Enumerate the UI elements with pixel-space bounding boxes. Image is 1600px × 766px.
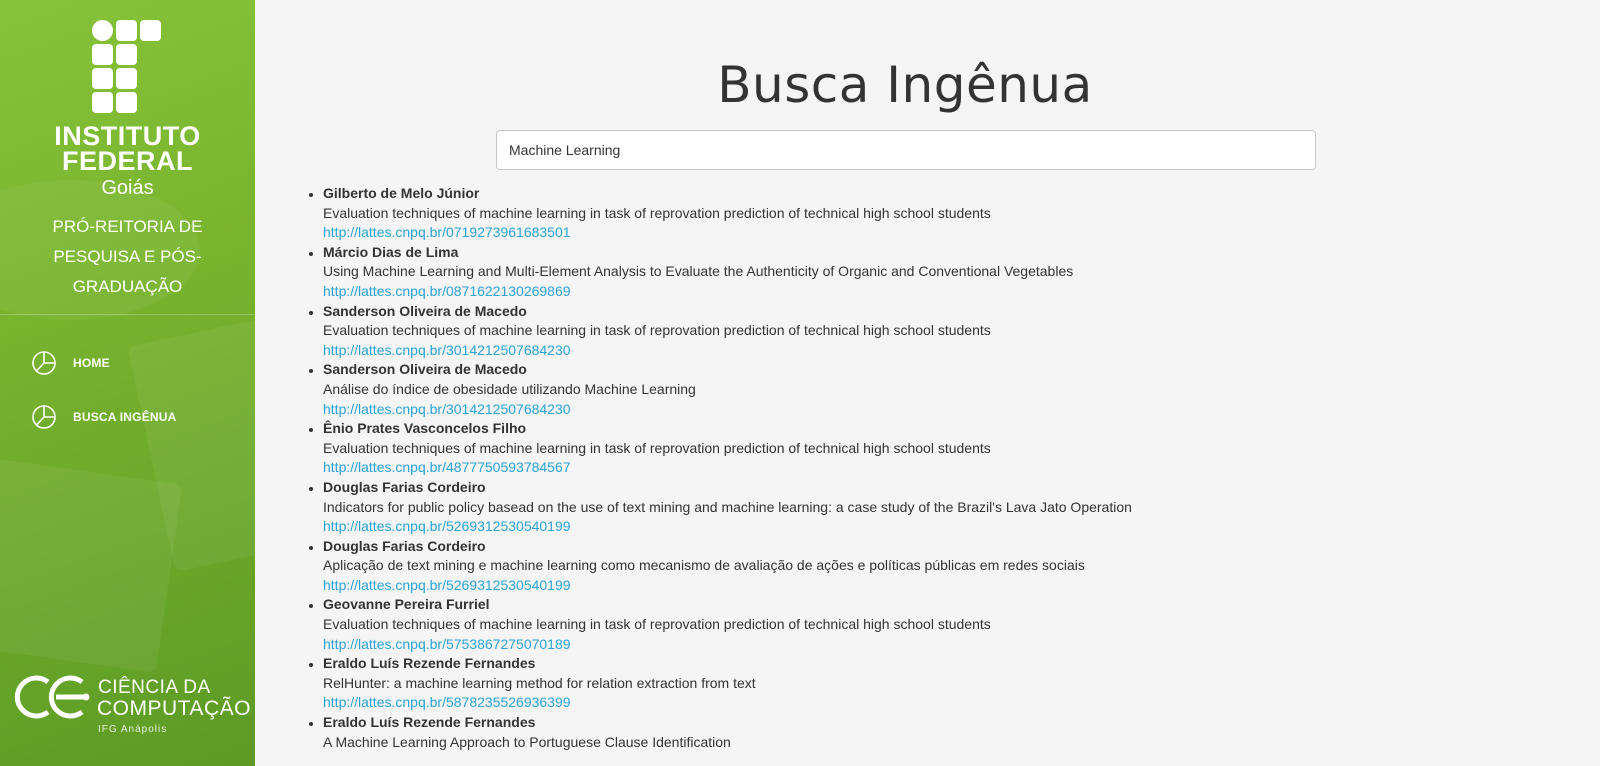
- background-decoration: [0, 457, 183, 673]
- lattes-link[interactable]: http://lattes.cnpq.br/5269312530540199: [323, 517, 1523, 537]
- logo-square: [116, 20, 137, 41]
- list-item: Sanderson Oliveira de Macedo Análise do …: [323, 360, 1523, 419]
- nav-item-home[interactable]: HOME: [30, 348, 230, 378]
- publication-title: Análise do índice de obesidade utilizand…: [323, 380, 696, 397]
- lattes-link[interactable]: http://lattes.cnpq.br/5269312530540199: [323, 576, 1523, 596]
- logo-square: [116, 92, 137, 113]
- lattes-link[interactable]: http://lattes.cnpq.br/3014212507684230: [323, 341, 1523, 361]
- lattes-link[interactable]: http://lattes.cnpq.br/3014212507684230: [323, 400, 1523, 420]
- list-item: Ênio Prates Vasconcelos Filho Evaluation…: [323, 419, 1523, 478]
- author-name: Douglas Farias Cordeiro: [323, 537, 486, 554]
- sidebar-divider: [0, 314, 255, 315]
- publication-title: Evaluation techniques of machine learnin…: [323, 616, 991, 633]
- logo-square: [92, 68, 113, 89]
- list-item: Sanderson Oliveira de Macedo Evaluation …: [323, 302, 1523, 361]
- pie-chart-icon: [32, 405, 56, 429]
- publication-title: Aplicação de text mining e machine learn…: [323, 557, 1085, 574]
- institution-state: Goiás: [101, 177, 154, 199]
- course-logo: CIÊNCIA DA COMPUTAÇÃO IFG Anápolis: [10, 672, 250, 742]
- author-name: Márcio Dias de Lima: [323, 243, 459, 260]
- author-name: Gilberto de Melo Júnior: [323, 185, 480, 201]
- logo-square: [140, 20, 161, 41]
- publication-title: RelHunter: a machine learning method for…: [323, 674, 756, 691]
- publication-title: Evaluation techniques of machine learnin…: [323, 204, 991, 221]
- author-name: Geovanne Pereira Furriel: [323, 596, 490, 613]
- author-name: Eraldo Luís Rezende Fernandes: [323, 655, 536, 672]
- course-name: COMPUTAÇÃO: [97, 697, 251, 720]
- list-item: Gilberto de Melo Júnior Evaluation techn…: [323, 184, 1523, 243]
- logo-square: [92, 44, 113, 65]
- publication-title: A Machine Learning Approach to Portugues…: [323, 733, 731, 750]
- list-item: Eraldo Luís Rezende Fernandes A Machine …: [323, 713, 1523, 752]
- nav-label: HOME: [73, 356, 110, 370]
- lattes-link[interactable]: http://lattes.cnpq.br/0871622130269869: [323, 282, 1523, 302]
- publication-title: Using Machine Learning and Multi-Element…: [323, 263, 1074, 280]
- list-item: Márcio Dias de Lima Using Machine Learni…: [323, 243, 1523, 302]
- author-name: Eraldo Luís Rezende Fernandes: [323, 714, 536, 731]
- sidebar: INSTITUTO FEDERAL Goiás PRÓ-REITORIA DE …: [0, 0, 255, 766]
- lattes-link[interactable]: http://lattes.cnpq.br/5878235526936399: [323, 693, 1523, 713]
- cc-logo-mark-icon: [14, 675, 90, 719]
- lattes-link[interactable]: http://lattes.cnpq.br/0719273961683501: [323, 223, 1523, 243]
- lattes-link[interactable]: http://lattes.cnpq.br/5753867275070189: [323, 635, 1523, 655]
- search-input[interactable]: [496, 130, 1316, 170]
- lattes-link[interactable]: http://lattes.cnpq.br/4877750593784567: [323, 458, 1523, 478]
- list-item: Douglas Farias Cordeiro Indicators for p…: [323, 478, 1523, 537]
- campus-name: IFG Anápolis: [98, 724, 168, 735]
- author-name: Douglas Farias Cordeiro: [323, 478, 486, 495]
- nav-label: BUSCA INGÊNUA: [73, 410, 177, 424]
- list-item: Geovanne Pereira Furriel Evaluation tech…: [323, 595, 1523, 654]
- list-item: Eraldo Luís Rezende Fernandes RelHunter:…: [323, 654, 1523, 713]
- nav-item-busca-ingenua[interactable]: BUSCA INGÊNUA: [30, 402, 230, 432]
- author-name: Ênio Prates Vasconcelos Filho: [323, 420, 527, 437]
- list-item: Douglas Farias Cordeiro Aplicação de tex…: [323, 537, 1523, 596]
- logo-square: [116, 44, 137, 65]
- page-title: Busca Ingênua: [717, 56, 1093, 114]
- logo-dot: [92, 20, 113, 41]
- results-list: Gilberto de Melo Júnior Evaluation techn…: [308, 184, 1523, 752]
- logo-square: [116, 68, 137, 89]
- publication-title: Evaluation techniques of machine learnin…: [323, 322, 991, 339]
- author-name: Sanderson Oliveira de Macedo: [323, 361, 527, 378]
- author-name: Sanderson Oliveira de Macedo: [323, 302, 527, 319]
- publication-title: Evaluation techniques of machine learnin…: [323, 439, 991, 456]
- department-name: PRÓ-REITORIA DE PESQUISA E PÓS-GRADUAÇÃO: [52, 217, 203, 296]
- logo-square: [92, 92, 113, 113]
- pie-chart-icon: [32, 351, 56, 375]
- institution-name: FEDERAL: [62, 146, 193, 176]
- publication-title: Indicators for public policy basead on t…: [323, 498, 1132, 515]
- course-name: CIÊNCIA DA: [98, 677, 211, 698]
